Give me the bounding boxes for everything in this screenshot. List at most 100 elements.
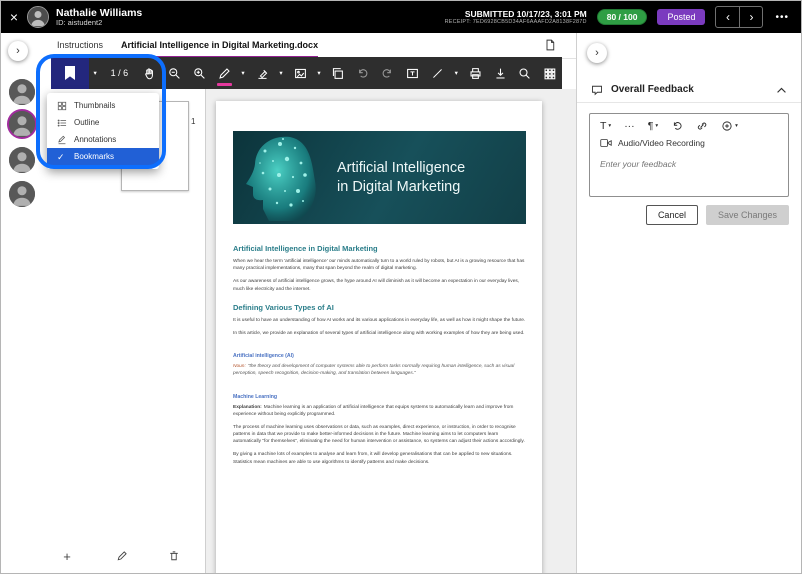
add-page-button[interactable]: + <box>58 547 76 565</box>
student-rail: › <box>1 33 43 573</box>
chevron-up-icon <box>776 86 787 94</box>
collapse-feedback-panel-button[interactable]: › <box>587 43 607 63</box>
panel-selector-menu: Thumbnails Outline Annotations ✓ Bookmar… <box>47 93 159 169</box>
overflow-menu-button[interactable]: ••• <box>773 8 791 27</box>
doc-paragraph: As our awareness of artificial intellige… <box>233 278 526 292</box>
text-style-button[interactable]: T▾ <box>600 120 611 132</box>
submission-info: SUBMITTED 10/17/23, 3:01 PM RECEIPT: 7ED… <box>445 9 587 26</box>
panel-menu-chevron[interactable]: ▾ <box>89 69 102 77</box>
video-camera-icon <box>600 138 612 148</box>
editor-undo-button[interactable] <box>671 120 683 132</box>
draw-tool-button[interactable] <box>212 57 237 89</box>
zoom-out-button[interactable] <box>162 57 187 89</box>
next-submission-button[interactable]: › <box>739 7 762 27</box>
cancel-button[interactable]: Cancel <box>646 205 698 225</box>
copy-content-button[interactable] <box>326 57 351 89</box>
image-stamp-chevron[interactable]: ▾ <box>313 69 326 77</box>
insert-link-button[interactable] <box>696 120 708 132</box>
image-stamp-button[interactable] <box>288 57 313 89</box>
annotations-icon <box>57 135 67 145</box>
grading-app-window: × Nathalie Williams ID: aistudent2 SUBMI… <box>0 0 802 574</box>
menu-item-label: Annotations <box>74 135 116 144</box>
search-button[interactable] <box>512 57 537 89</box>
previous-submission-button[interactable]: ‹ <box>716 7 739 27</box>
chevron-right-icon: › <box>16 45 20 57</box>
paragraph-style-button[interactable]: ¶▾ <box>648 120 658 132</box>
close-button[interactable]: × <box>1 1 27 33</box>
chevron-down-icon: ▾ <box>608 123 611 129</box>
document-outline-button[interactable] <box>544 38 556 55</box>
feedback-header: Overall Feedback <box>577 77 801 103</box>
document-page-1[interactable]: Artificial Intelligence in Digital Marke… <box>216 101 542 573</box>
edit-page-button[interactable] <box>113 547 131 565</box>
highlighter-icon <box>256 67 269 80</box>
search-icon <box>518 67 531 80</box>
audio-video-recording-option[interactable]: Audio/Video Recording <box>590 136 788 152</box>
doc-subheading-ml: Machine Learning <box>233 394 526 400</box>
doc-definition-quote: Noun:"the theory and development of comp… <box>233 363 526 377</box>
ai-head-graphic <box>235 131 335 224</box>
undo-button[interactable] <box>350 57 375 89</box>
expand-student-list-button[interactable]: › <box>8 41 28 61</box>
ellipsis-icon: ••• <box>775 12 789 23</box>
document-area: Artificial Intelligence in Digital Marke… <box>206 89 576 573</box>
tab-document[interactable]: Artificial Intelligence in Digital Marke… <box>121 33 318 58</box>
highlighter-tool-button[interactable] <box>250 57 275 89</box>
redo-button[interactable] <box>375 57 400 89</box>
draw-tool-chevron[interactable]: ▾ <box>237 69 250 77</box>
quote-label: Noun: <box>233 364 246 369</box>
person-icon <box>9 147 35 173</box>
tab-instructions[interactable]: Instructions <box>57 33 103 58</box>
pan-tool-button[interactable] <box>137 57 162 89</box>
banner-title-line1: Artificial Intelligence <box>337 159 465 178</box>
person-icon <box>28 7 48 27</box>
delete-page-button[interactable] <box>165 547 183 565</box>
chevron-left-icon: ‹ <box>726 10 730 24</box>
student-avatar-2-selected[interactable] <box>7 109 37 139</box>
grid-view-button[interactable] <box>537 57 562 89</box>
thumbnails-icon <box>57 101 67 111</box>
insert-content-button[interactable]: ▾ <box>721 120 738 132</box>
zoom-in-button[interactable] <box>187 57 212 89</box>
feedback-editor[interactable]: T▾ ··· ¶▾ ▾ Audio/Video Recording Enter … <box>589 113 789 197</box>
save-changes-button[interactable]: Save Changes <box>706 205 789 225</box>
student-identity: Nathalie Williams ID: aistudent2 <box>56 7 142 28</box>
person-icon <box>9 111 35 137</box>
print-button[interactable] <box>463 57 488 89</box>
pen-icon <box>218 67 231 80</box>
download-button[interactable] <box>488 57 513 89</box>
line-tool-chevron[interactable]: ▾ <box>450 69 463 77</box>
student-avatar-3[interactable] <box>9 147 35 173</box>
audio-video-label: Audio/Video Recording <box>618 138 705 148</box>
person-icon <box>9 79 35 105</box>
copy-icon <box>331 67 344 80</box>
pencil-icon <box>116 550 128 562</box>
menu-item-annotations[interactable]: Annotations <box>47 131 159 148</box>
zoom-in-icon <box>193 67 206 80</box>
collapse-feedback-section-button[interactable] <box>776 82 787 97</box>
bookmarks-panel-button[interactable] <box>51 57 89 89</box>
posted-status-badge[interactable]: Posted <box>657 9 705 25</box>
editor-toolbar: T▾ ··· ¶▾ ▾ <box>590 114 788 136</box>
chevron-down-icon: ▾ <box>94 70 97 77</box>
explanation-text: Machine learning is an application of ar… <box>233 405 513 417</box>
annotation-toolbar: ▾ 1 / 6 ▾ ▾ <box>51 57 562 89</box>
student-avatar-4[interactable] <box>9 181 35 207</box>
editor-more-button[interactable]: ··· <box>624 120 635 132</box>
feedback-input-placeholder[interactable]: Enter your feedback <box>590 152 788 176</box>
menu-item-outline[interactable]: Outline <box>47 114 159 131</box>
chevron-down-icon: ▾ <box>735 123 738 129</box>
highlighter-tool-chevron[interactable]: ▾ <box>275 69 288 77</box>
chevron-down-icon: ▾ <box>455 70 458 77</box>
line-tool-button[interactable] <box>425 57 450 89</box>
grade-badge[interactable]: 80 / 100 <box>597 9 648 25</box>
text-annotation-button[interactable] <box>400 57 425 89</box>
document-banner: Artificial Intelligence in Digital Marke… <box>233 131 526 224</box>
menu-item-bookmarks[interactable]: ✓ Bookmarks <box>47 148 159 165</box>
plus-circle-icon <box>721 120 733 132</box>
student-avatar <box>27 6 49 28</box>
student-avatar-1[interactable] <box>9 79 35 105</box>
doc-heading-2: Defining Various Types of AI <box>233 303 526 312</box>
print-icon <box>469 67 482 80</box>
menu-item-thumbnails[interactable]: Thumbnails <box>47 97 159 114</box>
